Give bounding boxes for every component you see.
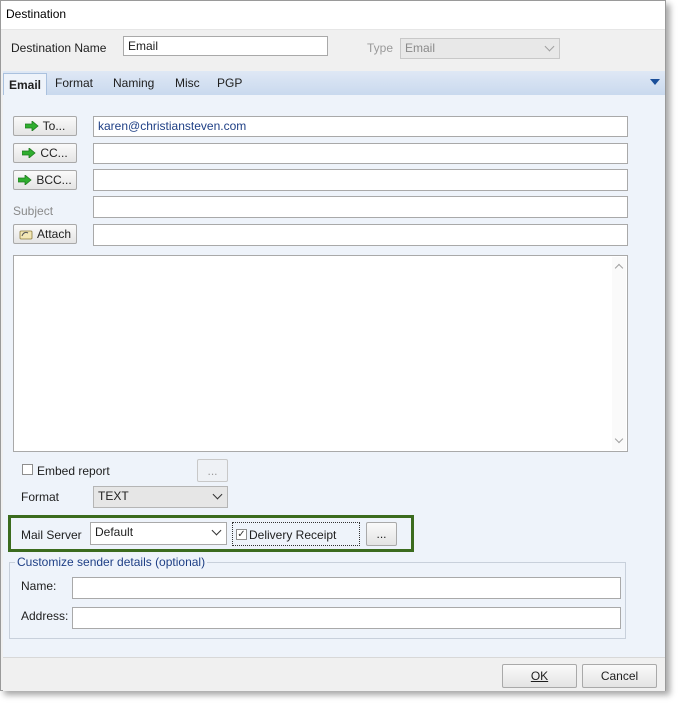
embed-report-label: Embed report	[37, 464, 110, 478]
cc-input[interactable]	[93, 143, 628, 164]
to-button-label: To...	[42, 119, 66, 133]
type-value: Email	[405, 41, 436, 55]
sender-address-label: Address:	[21, 609, 69, 623]
chevron-down-icon	[544, 41, 555, 52]
format-value: TEXT	[98, 489, 129, 503]
tab-menu-dropdown-icon[interactable]	[650, 79, 660, 85]
destination-dialog: Destination Destination Name Email Type …	[0, 0, 666, 691]
mail-server-value: Default	[95, 525, 134, 539]
format-select[interactable]: TEXT	[93, 486, 228, 508]
ok-button-label: OK	[530, 669, 549, 683]
attach-button[interactable]: Attach	[13, 224, 77, 244]
tab-misc-label: Misc	[175, 76, 200, 90]
cc-button[interactable]: CC...	[13, 143, 77, 163]
tab-pgp[interactable]: PGP	[217, 76, 242, 90]
attach-button-label: Attach	[36, 227, 72, 241]
chevron-down-icon	[212, 489, 223, 500]
attach-input[interactable]	[93, 224, 628, 246]
cc-button-label: CC...	[40, 146, 68, 160]
chevron-down-icon	[211, 525, 222, 536]
window-title: Destination	[6, 7, 67, 21]
body-scrollbar[interactable]	[612, 257, 626, 450]
delivery-receipt-option[interactable]: ✓ Delivery Receipt	[232, 522, 360, 546]
to-input[interactable]: karen@christiansteven.com	[93, 116, 628, 137]
chevron-down-icon[interactable]	[614, 434, 624, 444]
green-arrow-icon	[24, 121, 39, 131]
mail-server-select[interactable]: Default	[90, 522, 227, 545]
tab-naming-label: Naming	[113, 76, 155, 90]
tab-email[interactable]: Email	[3, 73, 47, 97]
format-label: Format	[21, 490, 60, 504]
delivery-receipt-checkbox[interactable]: ✓	[236, 529, 247, 540]
destination-name-label: Destination Name	[11, 41, 107, 55]
green-arrow-icon	[22, 148, 36, 158]
tab-pgp-label: PGP	[217, 76, 243, 90]
tab-email-label: Email	[9, 78, 42, 92]
email-body-textarea[interactable]	[13, 255, 628, 452]
destination-name-value: Email	[128, 39, 159, 53]
chevron-up-icon[interactable]	[614, 263, 624, 273]
green-arrow-icon	[18, 175, 32, 185]
bcc-button-label: BCC...	[36, 173, 72, 187]
tab-format-label: Format	[55, 76, 94, 90]
sender-name-label: Name:	[21, 579, 57, 593]
cancel-button-label: Cancel	[600, 669, 639, 683]
mail-server-label: Mail Server	[21, 528, 82, 542]
tab-misc[interactable]: Misc	[175, 76, 200, 90]
embed-report-checkbox[interactable]	[22, 464, 33, 475]
type-label: Type	[367, 41, 394, 55]
destination-name-input[interactable]: Email	[123, 36, 328, 56]
bcc-input[interactable]	[93, 169, 628, 191]
delivery-options-label: ...	[376, 527, 387, 541]
to-value: karen@christiansteven.com	[98, 119, 247, 133]
cancel-button[interactable]: Cancel	[582, 664, 657, 688]
sender-name-input[interactable]	[72, 577, 621, 599]
ok-button[interactable]: OK	[502, 664, 577, 688]
tab-format[interactable]: Format	[55, 76, 93, 90]
tab-naming[interactable]: Naming	[113, 76, 154, 90]
subject-label: Subject	[13, 204, 54, 218]
to-button[interactable]: To...	[13, 116, 77, 136]
sender-group-title: Customize sender details (optional)	[15, 555, 208, 569]
title-bar: Destination	[1, 1, 665, 30]
sender-address-input[interactable]	[72, 607, 621, 629]
embed-options-button[interactable]: ...	[197, 459, 228, 482]
bcc-button[interactable]: BCC...	[13, 170, 77, 190]
embed-options-label: ...	[207, 463, 218, 478]
type-select[interactable]: Email	[400, 38, 560, 59]
attachment-icon	[19, 229, 33, 240]
delivery-receipt-label: Delivery Receipt	[249, 528, 337, 542]
subject-input[interactable]	[93, 196, 628, 218]
tab-bar: Email Format Naming Misc PGP	[3, 71, 665, 97]
delivery-options-button[interactable]: ...	[366, 522, 397, 546]
